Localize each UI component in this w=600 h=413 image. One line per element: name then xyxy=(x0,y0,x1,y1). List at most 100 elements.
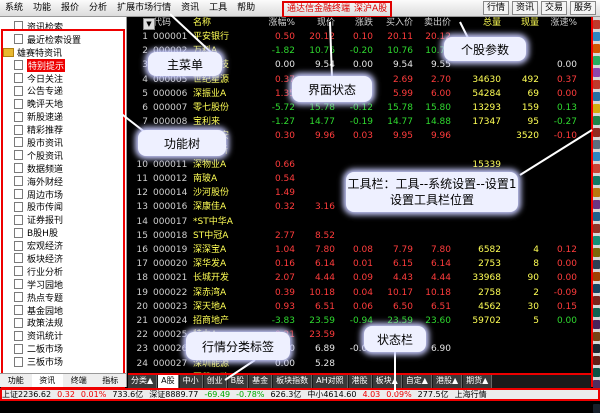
toolbar-tool-icon[interactable] xyxy=(593,68,600,77)
toolbar-tool-icon[interactable] xyxy=(593,368,600,377)
toolbar-tool-icon[interactable] xyxy=(593,332,600,341)
menu-item-6[interactable]: 工具 xyxy=(204,0,232,16)
tree-item[interactable]: 基金园地 xyxy=(0,304,126,317)
toolbar-tool-icon[interactable] xyxy=(593,80,600,89)
tree-item[interactable]: 个股资讯 xyxy=(0,149,126,162)
tree-item[interactable]: 热点专题 xyxy=(0,291,126,304)
category-tab[interactable]: 自定▲ xyxy=(402,375,432,389)
left-tab-1[interactable]: 资讯 xyxy=(31,374,63,387)
column-header[interactable]: 涨速% xyxy=(539,17,577,30)
tree-item[interactable]: 雄赛特资讯 xyxy=(0,46,126,59)
tree-item[interactable]: 精彩推荐 xyxy=(0,123,126,136)
category-tab[interactable]: AH对照 xyxy=(313,375,348,389)
toolbar-tool-icon[interactable] xyxy=(593,212,600,221)
category-tab[interactable]: 创业 xyxy=(203,375,227,389)
toolbar-tool-icon[interactable] xyxy=(593,164,600,173)
tree-item[interactable]: 最近检索设置 xyxy=(0,33,126,46)
toolbar-tool-icon[interactable] xyxy=(593,284,600,293)
toolbar-tool-icon[interactable] xyxy=(593,296,600,305)
category-tab[interactable]: 基金 xyxy=(249,375,273,389)
tree-item[interactable]: 股市资讯 xyxy=(0,136,126,149)
toolbar-tool-icon[interactable] xyxy=(593,308,600,317)
tree-item[interactable]: 三板市场 xyxy=(0,355,126,368)
sort-dropdown-button[interactable]: ▼ xyxy=(143,18,155,30)
menu-item-1[interactable]: 功能 xyxy=(28,0,56,16)
tree-item[interactable]: B股H股 xyxy=(0,226,126,239)
left-tab-3[interactable]: 指标 xyxy=(95,374,127,387)
toolbar-tool-icon[interactable] xyxy=(593,32,600,41)
tree-item[interactable]: 数据频道 xyxy=(0,162,126,175)
tree-item[interactable]: 晚评天地 xyxy=(0,97,126,110)
tree-item[interactable]: 学习园地 xyxy=(0,278,126,291)
column-header[interactable]: 名称 xyxy=(189,17,243,30)
category-tab[interactable]: 港股▲ xyxy=(432,375,463,389)
tree-item[interactable]: 板块经济 xyxy=(0,252,126,265)
column-header[interactable]: 涨跌 xyxy=(335,17,373,30)
column-header[interactable]: 涨幅% xyxy=(243,17,295,30)
menu-item-5[interactable]: 资讯 xyxy=(176,0,204,16)
toolbar-tool-icon[interactable] xyxy=(593,188,600,197)
toolbar-tool-icon[interactable] xyxy=(593,128,600,137)
category-tab[interactable]: 中小 xyxy=(179,375,203,389)
column-header[interactable]: 卖出价 xyxy=(413,17,451,30)
tree-item[interactable]: 特别提示 xyxy=(0,58,126,72)
menu-item-0[interactable]: 系统 xyxy=(0,0,28,16)
tree-item[interactable]: 海外财经 xyxy=(0,175,126,188)
category-tab[interactable]: 板块指数 xyxy=(273,375,313,389)
category-tab[interactable]: 期货▲ xyxy=(463,375,493,389)
tree-item[interactable]: 今日关注 xyxy=(0,72,126,85)
top-tab-3[interactable]: 服务 xyxy=(569,1,596,15)
menu-item-3[interactable]: 分析 xyxy=(84,0,112,16)
toolbar-tool-icon[interactable] xyxy=(593,176,600,185)
toolbar-tool-icon[interactable] xyxy=(593,404,600,413)
tree-item[interactable]: 新股速递 xyxy=(0,110,126,123)
tree-item[interactable]: 宏观经济 xyxy=(0,239,126,252)
left-tab-0[interactable]: 功能 xyxy=(0,374,32,387)
tree-item[interactable]: 资讯统计 xyxy=(0,329,126,342)
top-tab-1[interactable]: 资讯 xyxy=(511,1,538,15)
toolbar-tool-icon[interactable] xyxy=(593,20,600,29)
category-tab[interactable]: A股 xyxy=(158,375,179,389)
category-tab[interactable]: B股 xyxy=(227,375,249,389)
toolbar-tool-icon[interactable] xyxy=(593,140,600,149)
column-header[interactable]: 买入价 xyxy=(373,17,413,30)
document-icon xyxy=(14,163,23,174)
column-header[interactable]: 总量 xyxy=(451,17,501,30)
category-tab[interactable]: 港股 xyxy=(348,375,372,389)
toolbar-tool-icon[interactable] xyxy=(593,248,600,257)
toolbar-tool-icon[interactable] xyxy=(593,260,600,269)
toolbar-tool-icon[interactable] xyxy=(593,116,600,125)
tree-item[interactable]: 公告专递 xyxy=(0,84,126,97)
menu-item-7[interactable]: 帮助 xyxy=(232,0,260,16)
toolbar-tool-icon[interactable] xyxy=(593,92,600,101)
toolbar-tool-icon[interactable] xyxy=(593,224,600,233)
toolbar-tool-icon[interactable] xyxy=(593,356,600,365)
tree-item[interactable]: 政策法规 xyxy=(0,316,126,329)
toolbar-tool-icon[interactable] xyxy=(593,200,600,209)
toolbar-tool-icon[interactable] xyxy=(593,104,600,113)
toolbar-tool-icon[interactable] xyxy=(593,344,600,353)
tree-item[interactable]: 二板市场 xyxy=(0,342,126,355)
tree-item[interactable]: 证券报刊 xyxy=(0,213,126,226)
menu-item-4[interactable]: 扩展市场行情 xyxy=(112,0,176,16)
toolbar-tool-icon[interactable] xyxy=(593,320,600,329)
toolbar-tool-icon[interactable] xyxy=(593,152,600,161)
tree-item[interactable]: 股市传闻 xyxy=(0,200,126,213)
top-tab-0[interactable]: 行情 xyxy=(482,1,509,15)
top-tab-2[interactable]: 交易 xyxy=(540,1,567,15)
column-header[interactable]: 现量 xyxy=(501,17,539,30)
toolbar-tool-icon[interactable] xyxy=(593,56,600,65)
category-tab[interactable]: 分类▲ xyxy=(128,375,158,389)
category-tab[interactable]: 板块▲ xyxy=(372,375,402,389)
status-item: 626.3亿 xyxy=(270,390,302,399)
column-header[interactable]: 现价 xyxy=(295,17,335,30)
toolbar-tool-icon[interactable] xyxy=(593,272,600,281)
tree-item-label: 精彩推荐 xyxy=(27,126,64,137)
menu-item-2[interactable]: 报价 xyxy=(56,0,84,16)
tree-item[interactable]: 行业分析 xyxy=(0,265,126,278)
toolbar-tool-icon[interactable] xyxy=(593,44,600,53)
left-tab-2[interactable]: 终端 xyxy=(63,374,95,387)
toolbar-tool-icon[interactable] xyxy=(593,236,600,245)
tree-item[interactable]: 资讯检索 xyxy=(0,20,126,33)
tree-item[interactable]: 周边市场 xyxy=(0,188,126,201)
